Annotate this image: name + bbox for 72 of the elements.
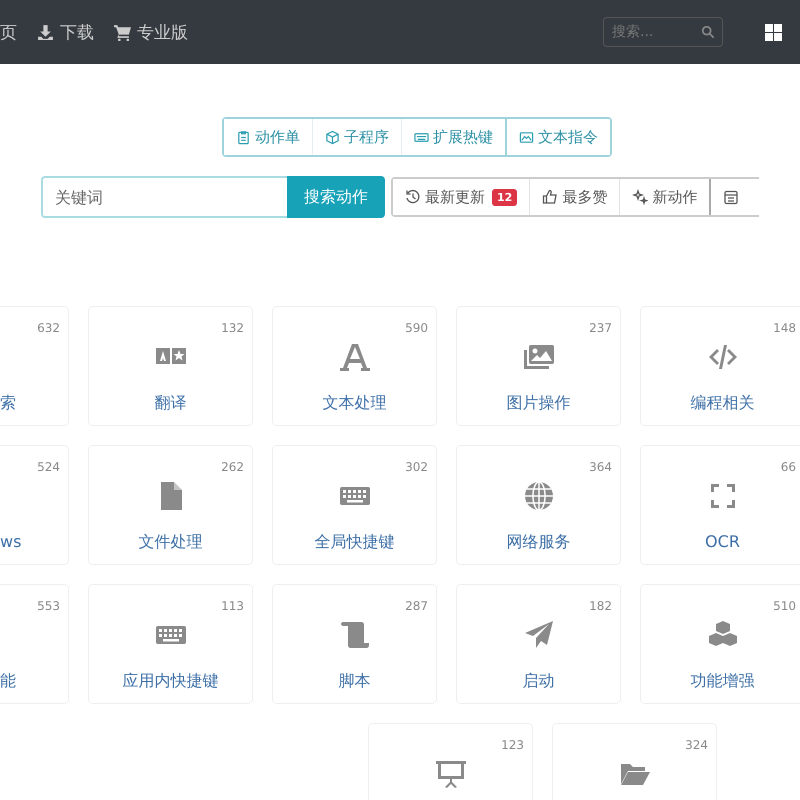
count: 148	[773, 321, 796, 335]
count: 590	[405, 321, 428, 335]
cube-icon	[325, 130, 340, 144]
category-label: 网络服务	[506, 532, 572, 553]
category-card[interactable]: 123	[368, 723, 533, 800]
category-label: 应用内快捷键	[122, 671, 220, 692]
category-label: 文本处理	[322, 393, 388, 414]
category-label: 脚本	[338, 671, 372, 692]
count: 302	[405, 460, 428, 474]
count: 287	[405, 599, 428, 613]
presentation-icon	[434, 758, 466, 790]
count: 66	[780, 460, 796, 474]
search-icon	[701, 25, 715, 39]
category-label: OCR	[704, 532, 741, 551]
category-card[interactable]: 364 网络服务	[456, 445, 621, 565]
category-card[interactable]: 237 图片操作	[456, 306, 621, 426]
globe-icon	[522, 480, 554, 512]
category-card[interactable]: 590 文本处理	[272, 306, 437, 426]
count: 113	[221, 599, 244, 613]
category-card[interactable]: 182 启动	[456, 584, 621, 704]
count: 553	[37, 599, 60, 613]
category-label: 能	[0, 671, 17, 692]
category-card[interactable]: 632 索	[0, 306, 69, 426]
scroll-icon	[338, 619, 370, 651]
count: 510	[773, 599, 796, 613]
search-button[interactable]: 搜索动作	[287, 176, 385, 218]
category-label: 翻译	[154, 393, 188, 414]
count: 132	[221, 321, 244, 335]
category-card[interactable]: 524 ws	[0, 445, 69, 565]
clipboard-icon	[236, 130, 251, 144]
category-label: 启动	[522, 671, 556, 692]
count: 262	[221, 460, 244, 474]
image-icon	[519, 130, 534, 144]
category-card[interactable]: 287 脚本	[272, 584, 437, 704]
category-card[interactable]: 324	[552, 723, 717, 800]
cart-icon	[114, 24, 131, 40]
count-badge: 12	[492, 188, 518, 206]
category-card[interactable]: 262 文件处理	[88, 445, 253, 565]
count: 237	[589, 321, 612, 335]
letter-icon	[338, 341, 370, 373]
count: 632	[37, 321, 60, 335]
sparkle-icon	[632, 189, 648, 205]
windows-icon[interactable]	[765, 24, 782, 40]
category-label: 索	[0, 393, 17, 414]
nav-link[interactable]: 专业版	[114, 20, 188, 44]
category-label: 图片操作	[506, 393, 572, 414]
category-label: ws	[0, 532, 22, 551]
category-card[interactable]: 553 能	[0, 584, 69, 704]
search-field[interactable]: 搜索...	[603, 17, 723, 47]
keyword-field[interactable]: 关键词	[41, 176, 287, 218]
category-label: 文件处理	[138, 532, 204, 553]
count: 524	[37, 460, 60, 474]
history-icon	[405, 189, 421, 205]
category-card[interactable]: 66 OCR	[640, 445, 800, 565]
category-card[interactable]: 113 应用内快捷键	[88, 584, 253, 704]
nav-link[interactable]: 下载	[37, 20, 94, 44]
count: 364	[589, 460, 612, 474]
category-card[interactable]: 302 全局快捷键	[272, 445, 437, 565]
category-label: 全局快捷键	[314, 532, 396, 553]
category-label: 功能增强	[690, 671, 756, 692]
category-label: 编程相关	[690, 393, 756, 414]
category-card[interactable]: 510 功能增强	[640, 584, 800, 704]
category-card[interactable]: 148 编程相关	[640, 306, 800, 426]
count: 182	[589, 599, 612, 613]
calendar-icon	[723, 189, 740, 205]
count: 324	[685, 738, 708, 752]
count: 123	[501, 738, 524, 752]
type-tab[interactable]: 文本指令	[505, 119, 610, 155]
thumbs-up-icon	[542, 189, 558, 205]
download-icon	[37, 24, 54, 40]
nav-link[interactable]: 页	[0, 20, 17, 44]
category-card[interactable]: 132 翻译	[88, 306, 253, 426]
